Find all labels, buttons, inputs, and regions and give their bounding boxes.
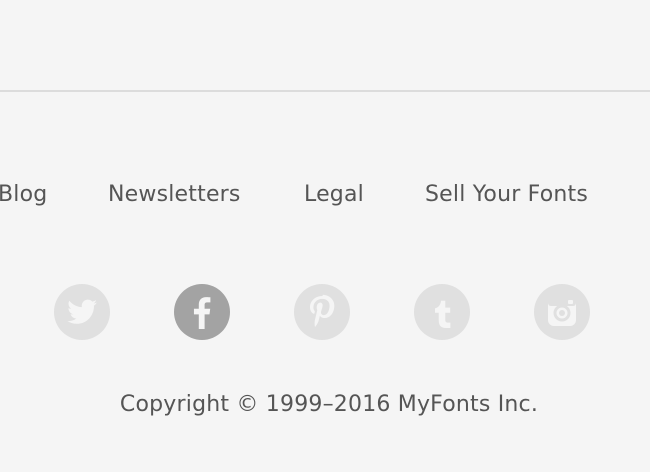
footer-page: Blog Newsletters Legal Sell Your Fonts C… <box>0 0 650 472</box>
footer-link-newsletters[interactable]: Newsletters <box>108 178 241 212</box>
facebook-icon[interactable] <box>174 284 230 340</box>
footer-link-legal[interactable]: Legal <box>304 178 364 212</box>
footer-link-sell-your-fonts[interactable]: Sell Your Fonts <box>425 178 588 212</box>
copyright-text: Copyright © 1999–2016 MyFonts Inc. <box>119 392 539 417</box>
instagram-icon[interactable] <box>534 284 590 340</box>
twitter-icon[interactable] <box>54 284 110 340</box>
footer-divider <box>0 90 650 92</box>
pinterest-icon[interactable] <box>294 284 350 340</box>
footer-link-blog[interactable]: Blog <box>0 178 47 212</box>
social-links <box>0 284 650 340</box>
tumblr-icon[interactable] <box>414 284 470 340</box>
footer-nav: Blog Newsletters Legal Sell Your Fonts <box>0 178 650 214</box>
